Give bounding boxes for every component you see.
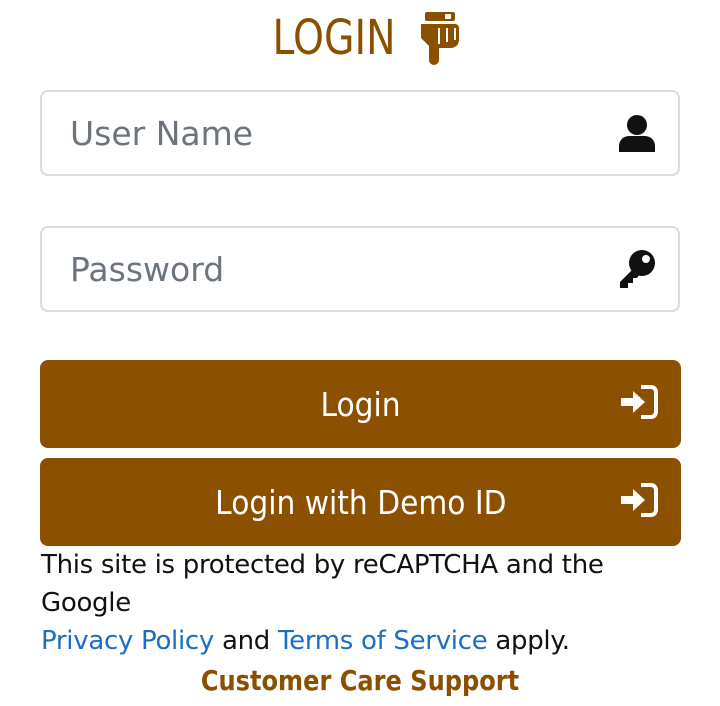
customer-care-support-link[interactable]: Customer Care Support — [50, 664, 669, 697]
key-icon — [620, 250, 655, 288]
sign-in-icon — [621, 385, 658, 419]
sign-in-icon — [621, 483, 658, 517]
username-field-wrapper — [40, 90, 680, 176]
user-icon — [619, 115, 655, 152]
login-with-demo-id-button[interactable]: Login with Demo ID — [40, 458, 681, 546]
terms-of-service-link[interactable]: Terms of Service — [278, 626, 488, 656]
page-title: LOGIN — [272, 10, 396, 66]
password-input[interactable] — [42, 228, 602, 310]
login-header: LOGIN — [0, 8, 720, 68]
privacy-policy-link[interactable]: Privacy Policy — [41, 626, 214, 656]
demo-button-label: Login with Demo ID — [214, 482, 507, 522]
username-input[interactable] — [42, 92, 602, 174]
pointing-down-hand-icon — [421, 12, 460, 65]
password-field-wrapper — [40, 226, 680, 312]
recaptcha-notice: This site is protected by reCAPTCHA and … — [41, 546, 691, 660]
apply-text: apply. — [495, 626, 570, 656]
login-button[interactable]: Login — [40, 360, 681, 448]
recaptcha-text: This site is protected by reCAPTCHA and … — [41, 550, 604, 618]
login-button-label: Login — [320, 384, 401, 424]
and-text: and — [221, 626, 270, 656]
